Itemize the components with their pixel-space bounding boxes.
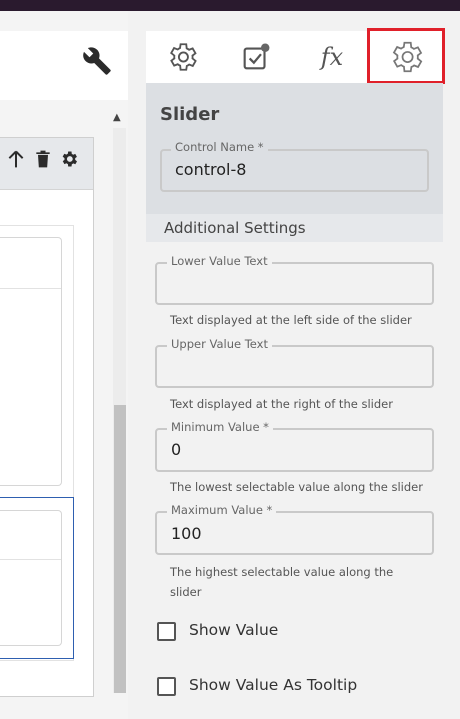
show-tooltip-label[interactable]: Show Value As Tooltip xyxy=(189,676,357,694)
upper-value-field[interactable] xyxy=(155,345,434,388)
show-value-label[interactable]: Show Value xyxy=(189,621,278,639)
arrow-up-icon[interactable] xyxy=(6,149,26,169)
checkbox-notification-icon xyxy=(243,43,270,70)
minimum-value-field[interactable] xyxy=(155,428,434,472)
maximum-value-hint: The highest selectable value along the s… xyxy=(170,565,394,599)
control-name-value: control-8 xyxy=(175,160,247,179)
show-value-checkbox[interactable] xyxy=(157,622,176,641)
maximum-value: 100 xyxy=(171,524,202,543)
tab-general[interactable] xyxy=(162,36,202,78)
lower-value-field[interactable] xyxy=(155,262,434,305)
minimum-value-hint: The lowest selectable value along the sl… xyxy=(170,480,423,494)
minimum-value: 0 xyxy=(171,440,182,459)
tab-formula[interactable]: fx xyxy=(312,36,352,78)
maximum-value-label: Maximum Value * xyxy=(167,503,277,517)
panel-title: Slider xyxy=(160,104,220,125)
divider xyxy=(0,288,61,289)
minimum-value-label: Minimum Value * xyxy=(167,420,273,434)
form-row[interactable] xyxy=(0,237,62,486)
wrench-icon[interactable] xyxy=(82,46,112,76)
control-card-header xyxy=(0,138,93,190)
gear-icon xyxy=(170,43,197,71)
show-tooltip-checkbox[interactable] xyxy=(157,677,176,696)
upper-value-label: Upper Value Text xyxy=(167,337,272,351)
upper-value-hint: Text displayed at the right of the slide… xyxy=(170,397,393,411)
active-tab-highlight xyxy=(367,28,445,84)
divider xyxy=(0,559,61,560)
trash-icon[interactable] xyxy=(33,149,53,169)
tab-validation[interactable] xyxy=(236,36,276,78)
top-bar xyxy=(0,0,460,11)
form-row-selected[interactable] xyxy=(0,510,62,646)
lower-value-hint: Text displayed at the left side of the s… xyxy=(170,313,412,327)
settings-icon[interactable] xyxy=(59,149,79,169)
scroll-up-arrow-icon[interactable]: ▲ xyxy=(113,112,121,123)
additional-settings-title: Additional Settings xyxy=(164,219,306,237)
fx-icon: fx xyxy=(320,43,344,71)
lower-value-label: Lower Value Text xyxy=(167,254,272,268)
scrollbar-thumb[interactable] xyxy=(114,405,126,693)
control-name-label: Control Name * xyxy=(171,140,268,154)
